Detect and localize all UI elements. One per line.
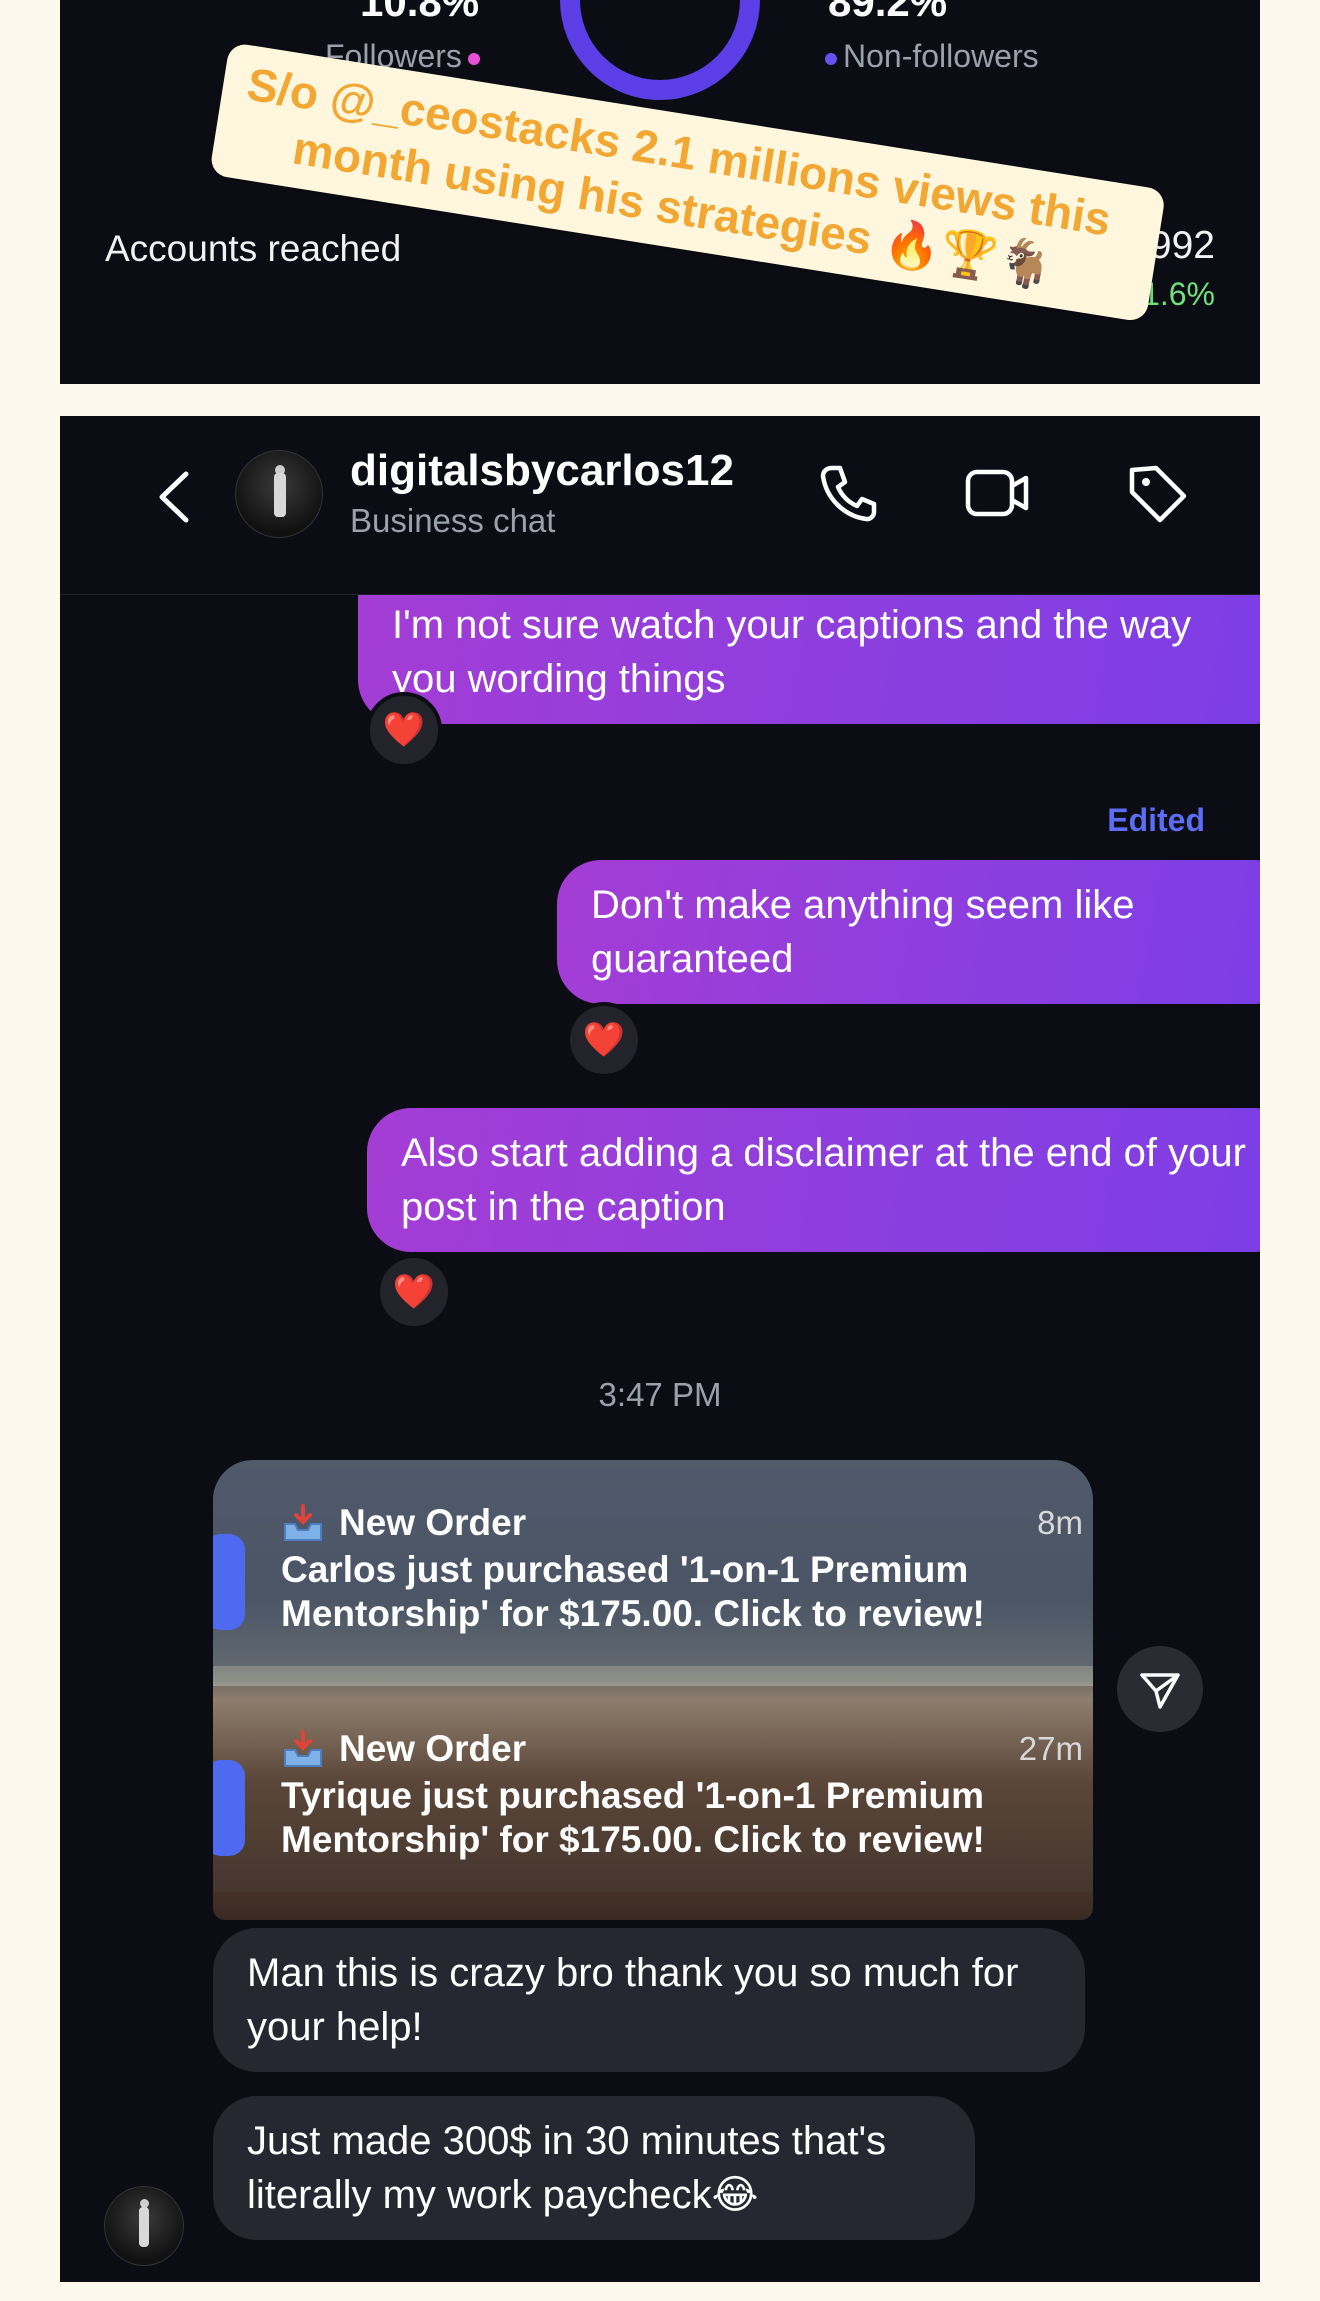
chat-header: digitalsbycarlos12 Business chat xyxy=(60,416,1260,595)
non-followers-percent: 89.2% xyxy=(828,0,948,25)
message-text: I'm not sure watch your captions and the… xyxy=(392,603,1192,701)
back-icon[interactable] xyxy=(144,462,204,532)
message-text: Don't make anything seem like guaranteed xyxy=(591,883,1135,981)
chat-username[interactable]: digitalsbycarlos12 xyxy=(350,446,734,496)
reaction-emoji: ❤️ xyxy=(392,1273,436,1311)
non-followers-label: Non-followers xyxy=(825,38,1039,75)
avatar[interactable] xyxy=(235,450,323,538)
phone-icon[interactable] xyxy=(812,458,882,528)
outgoing-message[interactable]: Don't make anything seem like guaranteed xyxy=(557,860,1260,1004)
followers-percent: 10.8% xyxy=(360,0,480,25)
reaction-emoji: ❤️ xyxy=(582,1021,626,1059)
audience-donut-chart xyxy=(560,0,760,100)
avatar-figure xyxy=(139,2207,149,2247)
order-notification: New Order 8m Carlos just purchased '1-on… xyxy=(213,1460,1093,1666)
chat-subtitle: Business chat xyxy=(350,502,556,539)
tag-icon[interactable] xyxy=(1122,458,1192,528)
notification-title: New Order xyxy=(339,1502,527,1543)
incoming-message[interactable]: Just made 300$ in 30 minutes that's lite… xyxy=(213,2096,975,2240)
chat-screen: digitalsbycarlos12 Business chat I'm not… xyxy=(60,416,1260,2282)
inbox-tray-icon xyxy=(284,1730,322,1767)
insights-panel: 10.8% Followers 89.2% Non-followers Acco… xyxy=(60,0,1260,384)
notification-body: Carlos just purchased '1-on-1 Premium Me… xyxy=(281,1549,985,1634)
notification-edge xyxy=(213,1760,245,1856)
avatar-figure xyxy=(274,473,286,517)
order-notification: New Order 27m Tyrique just purchased '1-… xyxy=(213,1686,1093,1892)
followers-dot xyxy=(467,52,480,65)
edited-label: Edited xyxy=(1107,802,1205,838)
notification-body: Tyrique just purchased '1-on-1 Premium M… xyxy=(281,1775,985,1860)
message-text: Also start adding a disclaimer at the en… xyxy=(401,1131,1246,1229)
incoming-message[interactable]: Man this is crazy bro thank you so much … xyxy=(213,1928,1085,2072)
message-text: Man this is crazy bro thank you so much … xyxy=(247,1951,1019,2049)
shared-screenshot[interactable]: New Order 8m Carlos just purchased '1-on… xyxy=(213,1460,1093,1920)
heart-reaction[interactable]: ❤️ xyxy=(376,1254,452,1330)
heart-reaction[interactable]: ❤️ xyxy=(366,692,442,768)
sender-avatar[interactable] xyxy=(104,2186,184,2266)
non-followers-dot xyxy=(825,52,837,65)
accounts-reached-label: Accounts reached xyxy=(105,228,402,269)
notification-title: New Order xyxy=(339,1728,527,1769)
send-icon xyxy=(1140,1673,1180,1709)
video-call-icon[interactable] xyxy=(962,458,1032,528)
message-text: Just made 300$ in 30 minutes that's lite… xyxy=(247,2119,887,2217)
inbox-tray-icon xyxy=(284,1504,322,1541)
notification-edge xyxy=(213,1534,245,1630)
share-button[interactable] xyxy=(1117,1646,1203,1732)
notification-time: 27m xyxy=(1018,1730,1083,1767)
message-timestamp: 3:47 PM xyxy=(598,1376,722,1413)
heart-reaction[interactable]: ❤️ xyxy=(566,1002,642,1078)
reaction-emoji: ❤️ xyxy=(382,711,426,749)
outgoing-message[interactable]: Also start adding a disclaimer at the en… xyxy=(367,1108,1260,1252)
notification-time: 8m xyxy=(1037,1504,1083,1541)
